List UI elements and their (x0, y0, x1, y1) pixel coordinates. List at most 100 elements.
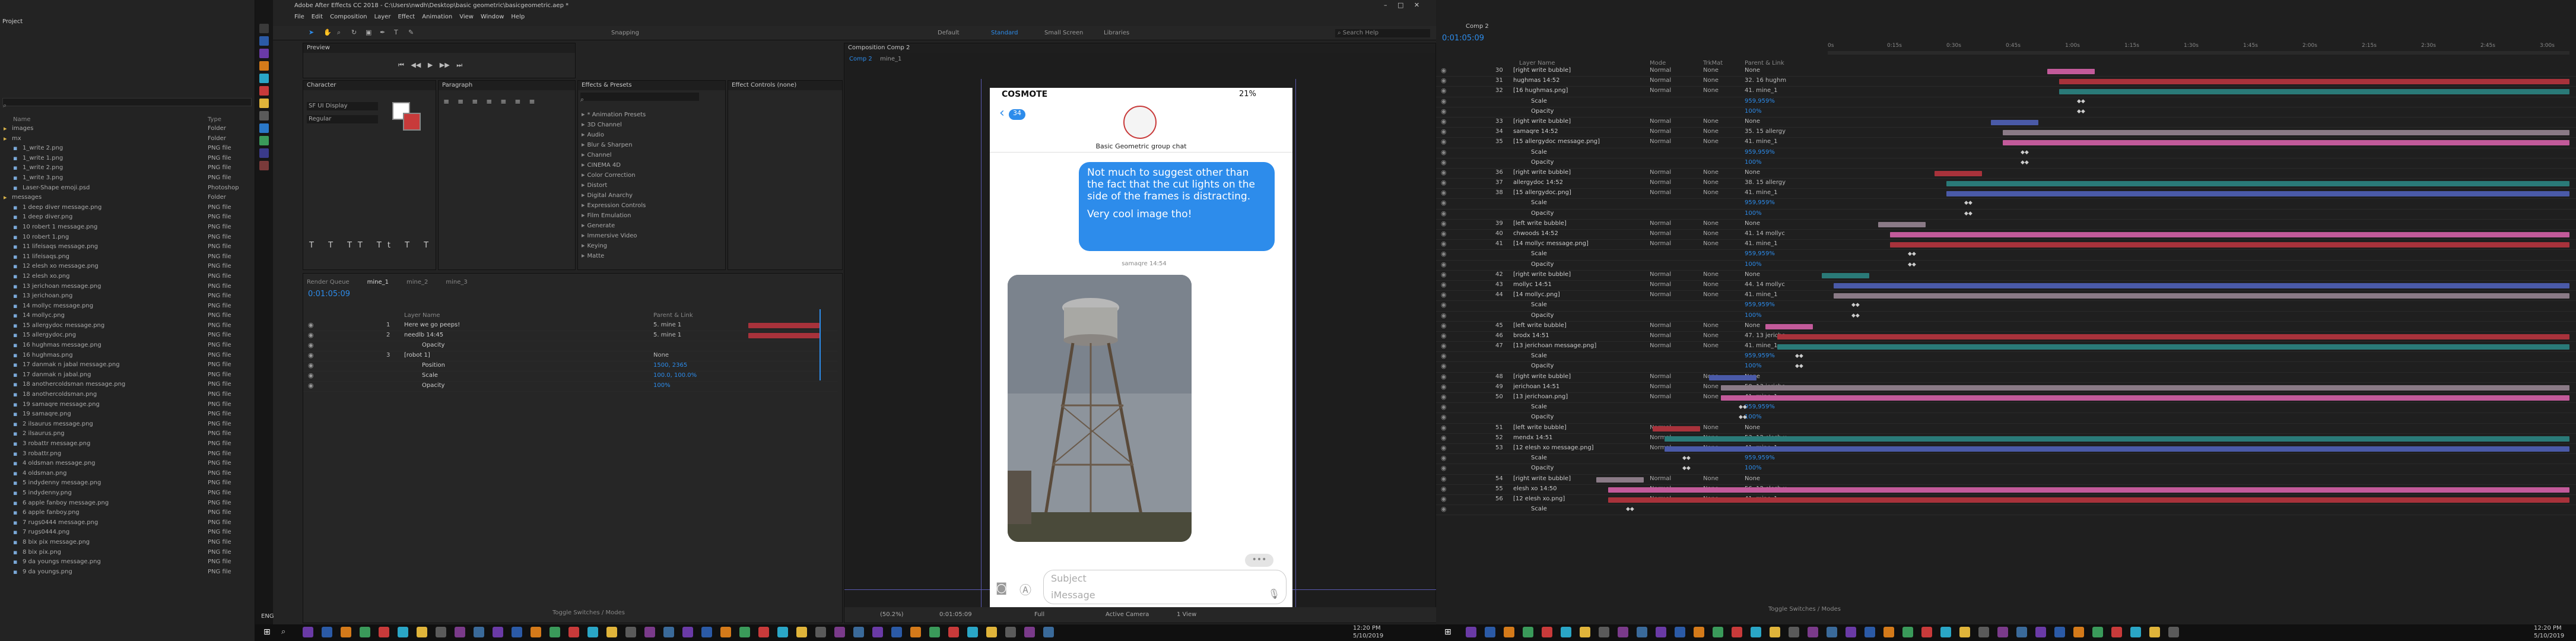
project-row[interactable]: ▪ 1 deep diver.png PNG file (0, 213, 255, 223)
timeline-layer-row[interactable]: ◉ 2 needlb 14:45 5. mine 1 (303, 331, 837, 341)
layer-mode[interactable]: Normal (1650, 281, 1671, 289)
timeline-layer-row[interactable]: ◉ Scale 959,959% ◆◆ (1436, 250, 2576, 261)
layer-parent[interactable]: 959,959% (1745, 454, 1822, 462)
layer-mode[interactable]: Normal (1650, 230, 1671, 238)
visibility-eye-icon[interactable]: ◉ (1441, 444, 1447, 452)
taskbar-app-icon[interactable] (1485, 627, 1495, 637)
keyframe-icon[interactable]: ◆◆ (1795, 362, 1803, 370)
layer-duration-bar[interactable] (2047, 69, 2095, 74)
visibility-eye-icon[interactable]: ◉ (1441, 179, 1447, 187)
layer-trkmat[interactable]: None (1703, 220, 1719, 228)
taskbar-app-icon[interactable] (474, 627, 484, 637)
visibility-eye-icon[interactable]: ◉ (308, 331, 314, 339)
align-buttons[interactable]: ≡≡≡≡≡≡≡ (443, 97, 543, 106)
project-row[interactable]: ▸ mx Folder (0, 135, 255, 145)
layer-duration-bar[interactable] (2059, 89, 2569, 95)
taskbar-app-icon[interactable] (1656, 627, 1666, 637)
timeline-layer-row[interactable]: ◉ Scale 959,959% ◆◆ (1436, 352, 2576, 363)
keyframe-icon[interactable]: ◆◆ (2077, 97, 2085, 106)
effect-category[interactable]: ▸ Audio (582, 131, 712, 141)
right-toggle-switches[interactable]: Toggle Switches / Modes (1768, 605, 1841, 614)
effect-category[interactable]: ▸ Film Emulation (582, 211, 712, 221)
keyframe-icon[interactable]: ◆◆ (1795, 352, 1803, 360)
keyframe-icon[interactable]: ◆◆ (1682, 464, 1691, 472)
timeline-layer-row[interactable]: ◉ Opacity 100% ◆◆ (1436, 107, 2576, 118)
ae-app-icon[interactable] (259, 49, 269, 58)
timeline-layer-row[interactable]: ◉ Scale 959,959% ◆◆ (1436, 403, 2576, 414)
taskbar-app-icon[interactable] (1618, 627, 1628, 637)
layer-parent[interactable]: 5. mine 1 (653, 321, 681, 329)
timeline-layer-row[interactable]: ◉ Opacity 100% ◆◆ (1436, 413, 2576, 424)
taskbar-app-icon[interactable] (1580, 627, 1590, 637)
taskbar-app-icon[interactable] (815, 627, 826, 637)
microphone-icon[interactable]: 🎙 (1268, 588, 1280, 599)
taskbar-app-icon[interactable] (891, 627, 902, 637)
visibility-eye-icon[interactable]: ◉ (1441, 362, 1447, 370)
project-row[interactable]: ▪ 2 ilsaurus.png PNG file (0, 430, 255, 440)
taskbar-app-icon[interactable] (1827, 627, 1837, 637)
taskbar-app-icon[interactable] (1902, 627, 1913, 637)
close-icon[interactable]: ✕ (1414, 1, 1419, 9)
visibility-eye-icon[interactable]: ◉ (308, 361, 314, 370)
project-row[interactable]: ▪ 8 bix pix.png PNG file (0, 548, 255, 559)
taskbar-app-icon[interactable] (2130, 627, 2141, 637)
taskbar-app-icon[interactable] (796, 627, 807, 637)
timeline-layer-row[interactable]: ◉ Scale 959,959% ◆◆ (1436, 148, 2576, 158)
visibility-eye-icon[interactable]: ◉ (1441, 240, 1447, 248)
timeline-layer-row[interactable]: ◉ 33 [right write bubble] Normal None None (1436, 118, 2576, 128)
lr-app-icon[interactable] (259, 74, 269, 83)
work-area-bar[interactable] (1828, 51, 2569, 55)
layer-mode[interactable]: Normal (1650, 189, 1671, 197)
layer-parent[interactable]: 100% (1745, 312, 1822, 320)
taskbar-app-icon[interactable] (1732, 627, 1742, 637)
layer-trkmat[interactable]: None (1703, 271, 1719, 279)
menu-window[interactable]: Window (481, 14, 504, 20)
camera-select[interactable]: Active Camera (1106, 611, 1149, 619)
project-row[interactable]: ▪ 15 allergydoc message.png PNG file (0, 322, 255, 332)
rotate-tool-icon[interactable]: ↻ (351, 28, 357, 37)
timeline-layer-row[interactable]: ◉ Scale 959,959% ◆◆ (1436, 199, 2576, 210)
keyframe-icon[interactable]: ◆◆ (2021, 158, 2029, 167)
taskbar-app-icon[interactable] (341, 627, 351, 637)
project-row[interactable]: ▸ images Folder (0, 125, 255, 135)
taskbar-app-icon[interactable] (739, 627, 750, 637)
layer-duration-bar[interactable] (1709, 375, 1756, 380)
layer-duration-bar[interactable] (1777, 334, 2569, 339)
layer-parent[interactable]: 100.0, 100.0% (653, 372, 697, 380)
layer-parent[interactable]: 41. 14 mollyc (1745, 230, 1822, 238)
taskbar-app-icon[interactable] (2016, 627, 2027, 637)
comp-timecode[interactable]: 0:01:05:09 (939, 611, 972, 619)
spotify-icon[interactable] (259, 136, 269, 145)
project-row[interactable]: ▪ 1_write 2.png PNG file (0, 144, 255, 154)
brush-tool-icon[interactable]: ✎ (408, 28, 414, 37)
timeline-layer-row[interactable]: ◉ Scale ◆◆ (1436, 505, 2576, 516)
taskbar-app-icon[interactable] (1770, 627, 1780, 637)
project-row[interactable]: ▪ 14 mollyc message.png PNG file (0, 302, 255, 312)
taskbar-app-icon[interactable] (967, 627, 978, 637)
keyframe-icon[interactable]: ◆◆ (1908, 250, 1916, 258)
media-app-icon[interactable] (259, 86, 269, 96)
file-icon[interactable] (259, 24, 269, 33)
layer-mode[interactable]: Normal (1650, 322, 1671, 330)
layer-parent[interactable]: None (653, 351, 669, 360)
project-row[interactable]: ▪ 7 rugs0444 message.png PNG file (0, 519, 255, 529)
taskbar-app-icon[interactable] (1978, 627, 1989, 637)
font-style-select[interactable]: Regular (307, 115, 378, 123)
layer-parent[interactable]: 100% (1745, 413, 1822, 421)
taskbar-app-icon[interactable] (1751, 627, 1761, 637)
taskbar-app-icon[interactable] (1789, 627, 1799, 637)
project-row[interactable]: ▪ 4 oldsman message.png PNG file (0, 459, 255, 469)
layer-duration-bar[interactable] (1596, 477, 1644, 483)
taskbar-app-icon[interactable] (606, 627, 617, 637)
effect-category[interactable]: ▸ Generate (582, 221, 712, 231)
taskbar-app-icon[interactable] (758, 627, 769, 637)
layer-duration-bar[interactable] (1946, 181, 2569, 187)
keyframe-icon[interactable]: ◆◆ (1851, 301, 1860, 309)
project-row[interactable]: ▪ 6 apple fanboy.png PNG file (0, 509, 255, 519)
layer-parent[interactable]: 44. 14 mollyc (1745, 281, 1822, 289)
project-row[interactable]: ▪ 1_write 1.png PNG file (0, 154, 255, 164)
visibility-eye-icon[interactable]: ◉ (1441, 118, 1447, 126)
taskbar-app-icon[interactable] (568, 627, 579, 637)
appstore-icon[interactable]: Ⓐ (1019, 580, 1031, 598)
timeline-layer-row[interactable]: ◉51[left write bubble]NormalNoneNone (1436, 424, 2576, 434)
